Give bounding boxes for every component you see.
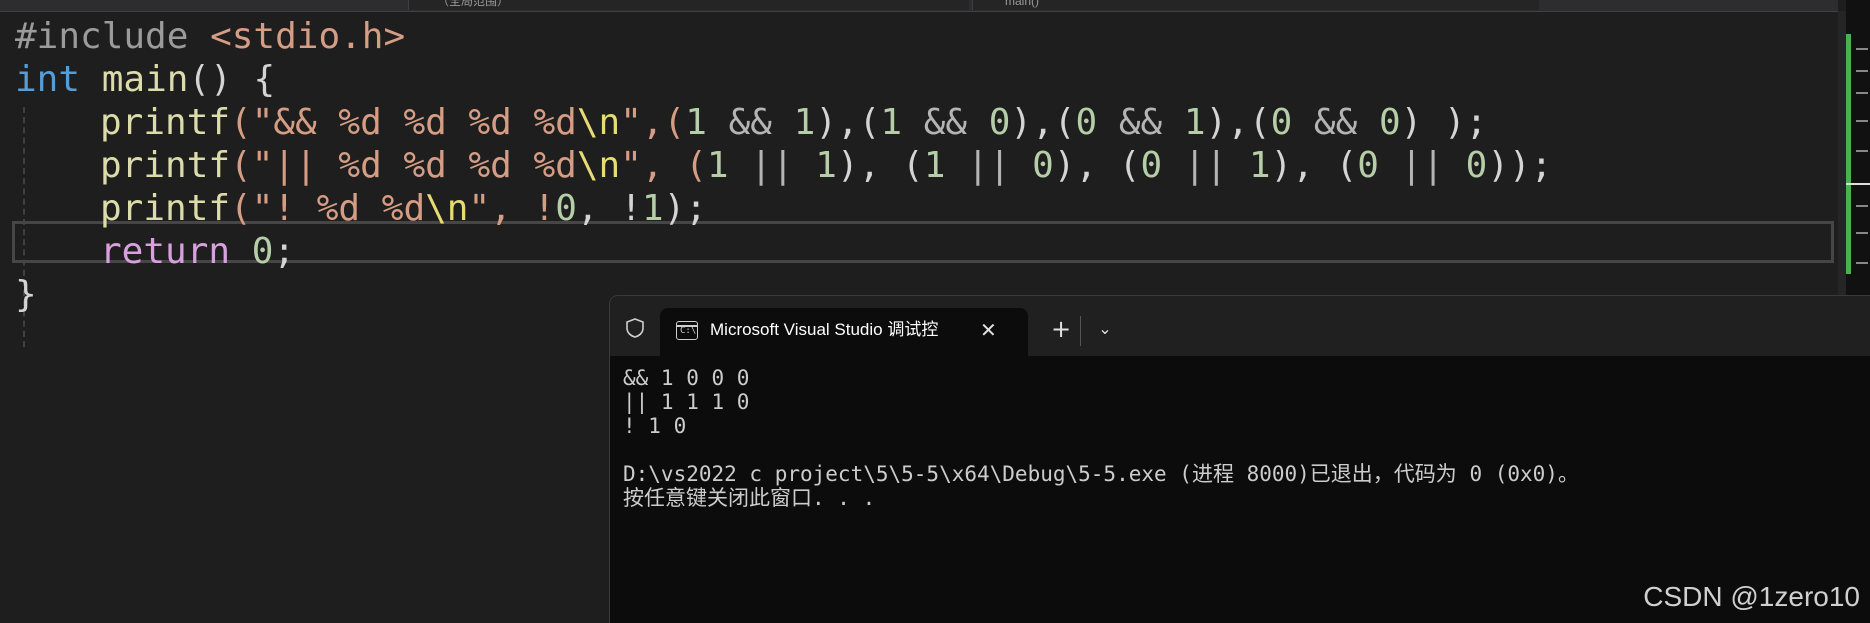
- member-dropdown[interactable]: main(): [972, 0, 1539, 10]
- minimap-line: [1856, 232, 1868, 234]
- minimap-line: [1856, 48, 1868, 50]
- output-line: D:\vs2022 c project\5\5-5\x64\Debug\5-5.…: [623, 462, 1579, 486]
- shield-icon: [626, 318, 644, 338]
- tab-title: Microsoft Visual Studio 调试控: [710, 320, 939, 339]
- vertical-scrollbar[interactable]: [1838, 11, 1846, 298]
- output-line: && 1 0 0 0: [623, 366, 750, 390]
- change-tracking-bar: [1846, 34, 1851, 274]
- terminal-titlebar: C:\ Microsoft Visual Studio 调试控 ✕ + ⌄: [610, 296, 1870, 356]
- output-line: ! 1 0: [623, 414, 687, 438]
- close-icon[interactable]: ✕: [980, 308, 997, 352]
- new-tab-button[interactable]: +: [1042, 312, 1080, 346]
- terminal-output[interactable]: && 1 0 0 0 || 1 1 1 0 ! 1 0 D:\vs2022 c …: [623, 366, 1863, 510]
- divider: [1080, 316, 1081, 346]
- chevron-down-icon[interactable]: ⌄: [1088, 312, 1122, 346]
- code-line-return: return 0;: [100, 231, 296, 272]
- minimap-line: [1856, 150, 1868, 152]
- minimap-caret-marker: [1846, 183, 1870, 185]
- watermark: CSDN @1zero10: [1643, 581, 1860, 612]
- terminal-tab[interactable]: C:\ Microsoft Visual Studio 调试控 ✕: [660, 308, 1028, 356]
- output-line: 按任意键关闭此窗口. . .: [623, 486, 876, 510]
- code-line-close-brace: }: [15, 274, 37, 315]
- minimap-line: [1856, 92, 1868, 94]
- minimap-line: [1856, 262, 1868, 264]
- output-line: || 1 1 1 0: [623, 390, 750, 414]
- minimap-line: [1856, 120, 1868, 122]
- minimap[interactable]: [1846, 0, 1870, 298]
- console-icon: C:\: [676, 321, 698, 340]
- minimap-line: [1856, 205, 1868, 207]
- debug-console-window: C:\ Microsoft Visual Studio 调试控 ✕ + ⌄ &&…: [610, 296, 1870, 623]
- scope-dropdown[interactable]: （全局范围）: [408, 0, 969, 10]
- minimap-line: [1856, 70, 1868, 72]
